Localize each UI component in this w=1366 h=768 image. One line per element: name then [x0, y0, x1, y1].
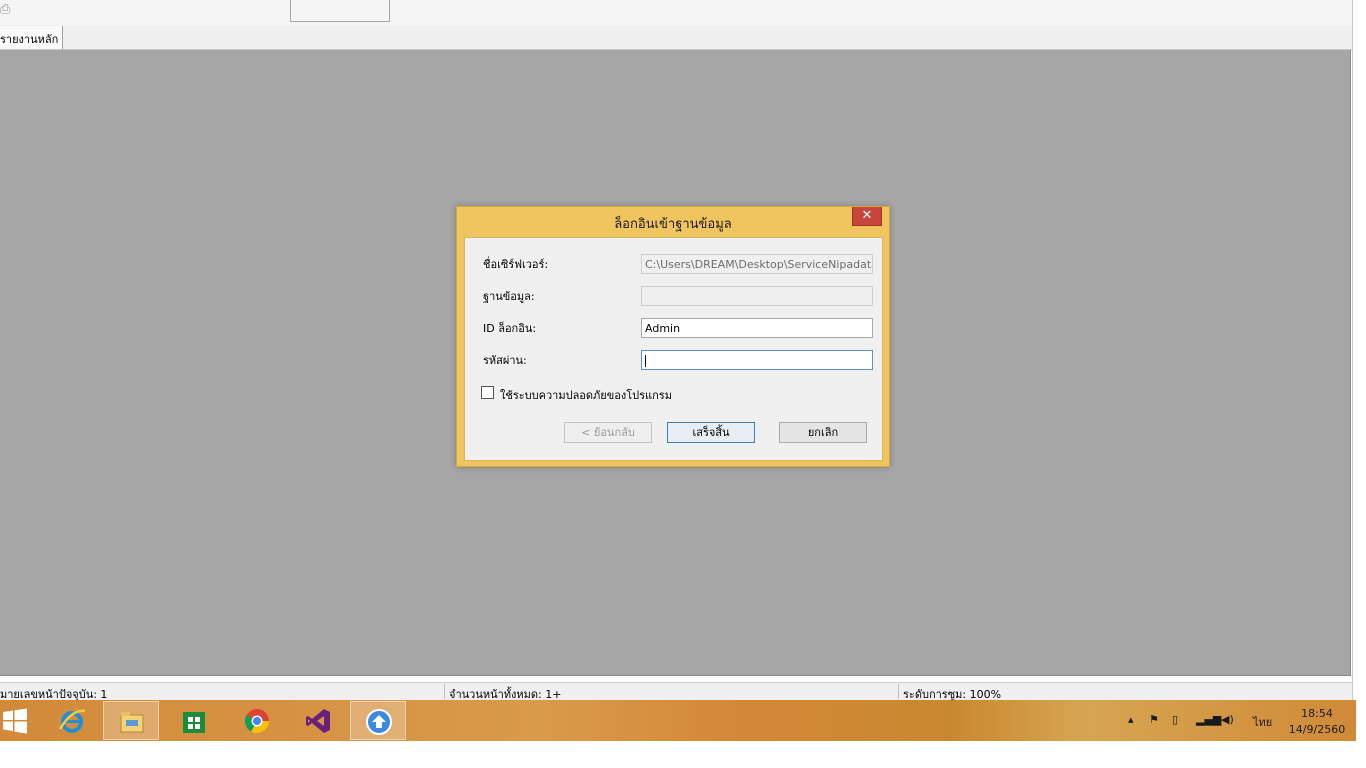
database-label: ฐานข้อมูล: [483, 290, 535, 303]
server-label: ชื่อเซิร์ฟเวอร์: [483, 258, 549, 271]
database-field[interactable] [641, 286, 873, 306]
finish-button[interactable]: เสร็จสิ้น [667, 422, 755, 443]
status-divider [444, 684, 445, 699]
language-indicator[interactable]: ไทย [1253, 713, 1272, 731]
taskbar-chrome[interactable] [229, 701, 285, 740]
taskbar-visual-studio[interactable] [290, 701, 346, 740]
status-bar: มายเลขหน้าปัจจุบัน: 1 จำนวนหน้าทั้งหมด: … [0, 682, 1352, 701]
server-field[interactable]: C:\Users\DREAM\Desktop\ServiceNipadata5-… [641, 254, 873, 274]
show-hidden-icons[interactable]: ▴ [1128, 713, 1134, 726]
close-icon: ✕ [861, 208, 873, 223]
clock[interactable]: 18:54 14/9/2560 [1282, 706, 1352, 738]
login-id-field[interactable]: Admin [641, 318, 873, 338]
chrome-icon [244, 709, 269, 734]
store-icon [183, 712, 205, 733]
start-button[interactable] [0, 701, 40, 740]
export-icon[interactable]: ⎙ [0, 2, 14, 18]
toolbar-frame [290, 0, 390, 22]
clock-time: 18:54 [1301, 707, 1333, 720]
taskbar-store[interactable] [166, 701, 222, 740]
app-icon [366, 709, 392, 735]
taskbar-active-app[interactable] [350, 701, 406, 740]
bottom-strip [0, 741, 1366, 768]
action-center-icon[interactable]: ⚑ [1149, 713, 1159, 726]
text-caret [645, 355, 646, 367]
login-id-label: ID ล็อกอิน: [483, 322, 537, 335]
close-button[interactable]: ✕ [852, 207, 882, 226]
password-label: รหัสผ่าน: [483, 354, 527, 367]
scrollbar-gutter[interactable] [1352, 0, 1366, 700]
toolbar: ⎙ [0, 0, 1352, 25]
internet-explorer-icon [58, 709, 86, 733]
volume-icon[interactable]: ◀) [1221, 713, 1234, 726]
tab-main-report[interactable]: รายงานหลัก [0, 26, 64, 49]
visual-studio-icon [306, 709, 330, 733]
clock-date: 14/9/2560 [1288, 723, 1346, 736]
tab-strip: รายงานหลัก [0, 25, 1352, 50]
back-button[interactable]: < ย้อนกลับ [564, 422, 652, 443]
power-icon[interactable]: ▯ [1172, 713, 1178, 726]
integrated-security-checkbox[interactable] [481, 386, 494, 399]
login-dialog: ล็อกอินเข้าฐานข้อมูล ✕ ชื่อเซิร์ฟเวอร์: … [456, 206, 890, 467]
password-field[interactable] [641, 350, 873, 370]
network-icon[interactable]: ▂▄▆ [1196, 713, 1221, 726]
taskbar-internet-explorer[interactable] [44, 701, 100, 740]
dialog-body: ชื่อเซิร์ฟเวอร์: C:\Users\DREAM\Desktop\… [464, 237, 883, 461]
integrated-security-label: ใช้ระบบความปลอดภัยของโปรแกรม [500, 389, 672, 402]
dialog-title: ล็อกอินเข้าฐานข้อมูล [614, 217, 732, 232]
cancel-button[interactable]: ยกเลิก [779, 422, 867, 443]
tab-label: รายงานหลัก [0, 33, 59, 46]
file-explorer-icon [120, 712, 144, 733]
start-icon [3, 708, 27, 734]
taskbar-file-explorer[interactable] [103, 701, 159, 740]
status-divider [898, 684, 899, 699]
